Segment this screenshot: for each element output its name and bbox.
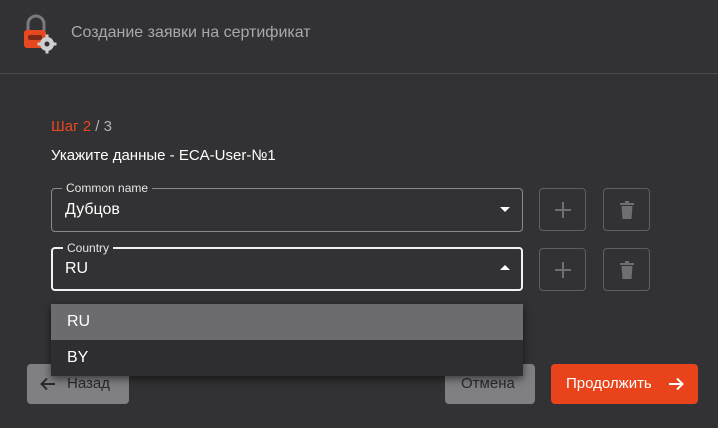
arrow-left-icon bbox=[40, 377, 55, 391]
chevron-up-icon[interactable] bbox=[500, 265, 510, 270]
continue-button-label: Продолжить bbox=[566, 375, 652, 392]
chevron-down-icon[interactable] bbox=[500, 207, 510, 212]
cancel-button-label: Отмена bbox=[461, 375, 515, 392]
plus-icon bbox=[554, 201, 571, 218]
step-separator: / bbox=[95, 118, 100, 135]
trash-icon bbox=[619, 260, 634, 279]
trash-icon bbox=[619, 200, 634, 219]
country-select[interactable]: Country RU bbox=[51, 241, 523, 291]
continue-button[interactable]: Продолжить bbox=[551, 364, 698, 404]
step-total: 3 bbox=[103, 118, 112, 135]
common-name-select[interactable]: Common name Дубцов bbox=[51, 181, 523, 232]
page-heading: Укажите данные - ECA-User-№1 bbox=[51, 147, 276, 164]
country-option-ru[interactable]: RU bbox=[51, 304, 523, 340]
step-indicator: Шаг 2 / 3 bbox=[51, 118, 112, 135]
country-dropdown-menu: RU BY bbox=[51, 304, 523, 376]
app-title: Создание заявки на сертификат bbox=[71, 24, 311, 41]
add-common-name-button[interactable] bbox=[539, 188, 586, 231]
country-value: RU bbox=[65, 260, 89, 277]
country-label: Country bbox=[63, 241, 114, 255]
back-button-label: Назад bbox=[67, 375, 110, 392]
add-country-button[interactable] bbox=[539, 248, 586, 291]
app-header: Создание заявки на сертификат bbox=[0, 0, 718, 74]
arrow-right-icon bbox=[669, 377, 684, 391]
step-prefix: Шаг bbox=[51, 118, 79, 135]
delete-country-button[interactable] bbox=[603, 248, 650, 291]
country-option-by[interactable]: BY bbox=[51, 340, 523, 376]
lock-gear-logo-icon bbox=[24, 14, 57, 54]
step-current: 2 bbox=[82, 118, 92, 135]
common-name-label: Common name bbox=[62, 181, 153, 195]
common-name-value: Дубцов bbox=[65, 201, 120, 218]
delete-common-name-button[interactable] bbox=[603, 188, 650, 231]
plus-icon bbox=[554, 261, 571, 278]
